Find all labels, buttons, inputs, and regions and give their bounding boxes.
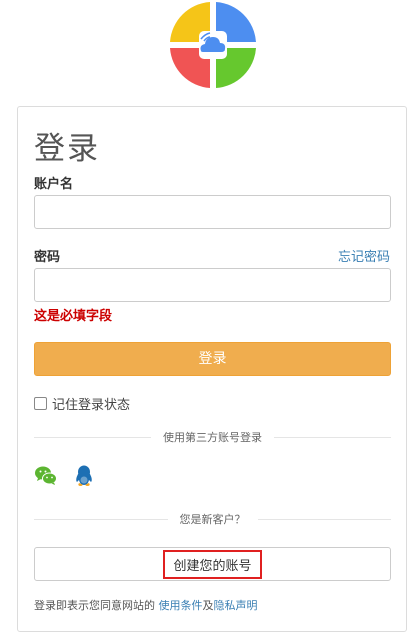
login-button[interactable]: 登录 — [34, 342, 391, 376]
page-title: 登录 — [34, 131, 100, 167]
wechat-icon[interactable] — [34, 464, 58, 488]
privacy-policy-link[interactable]: 隐私声明 — [214, 599, 258, 612]
terms-notice-prefix: 登录即表示您同意网站的 — [34, 599, 159, 612]
login-card: 登录 账户名 密码 忘记密码 这是必填字段 登录 记住登录状态 使用第三方账号登… — [17, 106, 407, 632]
username-input[interactable] — [34, 195, 391, 229]
divider-line — [34, 518, 168, 520]
terms-notice-and: 及 — [202, 599, 214, 612]
social-login-divider-text: 使用第三方账号登录 — [163, 431, 262, 444]
cloud-wifi-logo-icon — [170, 2, 256, 88]
username-label: 账户名 — [34, 177, 74, 192]
password-input[interactable] — [34, 268, 391, 302]
new-customer-divider-text: 您是新客户？ — [179, 513, 246, 526]
qq-penguin-icon[interactable] — [72, 464, 96, 488]
password-label: 密码 — [34, 250, 61, 265]
terms-of-use-link[interactable]: 使用条件 — [159, 599, 203, 612]
new-customer-divider: 您是新客户？ — [34, 511, 391, 527]
create-account-button[interactable]: 创建您的账号 — [34, 547, 391, 581]
divider-line — [257, 518, 391, 520]
remember-me-option[interactable]: 记住登录状态 — [34, 394, 130, 413]
remember-me-label: 记住登录状态 — [52, 398, 131, 413]
divider-line — [274, 436, 391, 438]
password-error-message: 这是必填字段 — [34, 309, 113, 324]
social-login-buttons — [34, 464, 96, 488]
terms-notice: 登录即表示您同意网站的 使用条件及隐私声明 — [34, 597, 258, 613]
social-login-divider: 使用第三方账号登录 — [34, 429, 391, 445]
create-account-label: 创建您的账号 — [163, 549, 262, 579]
remember-me-checkbox[interactable] — [34, 397, 47, 410]
forgot-password-link[interactable]: 忘记密码 — [338, 246, 390, 265]
divider-line — [34, 436, 151, 438]
